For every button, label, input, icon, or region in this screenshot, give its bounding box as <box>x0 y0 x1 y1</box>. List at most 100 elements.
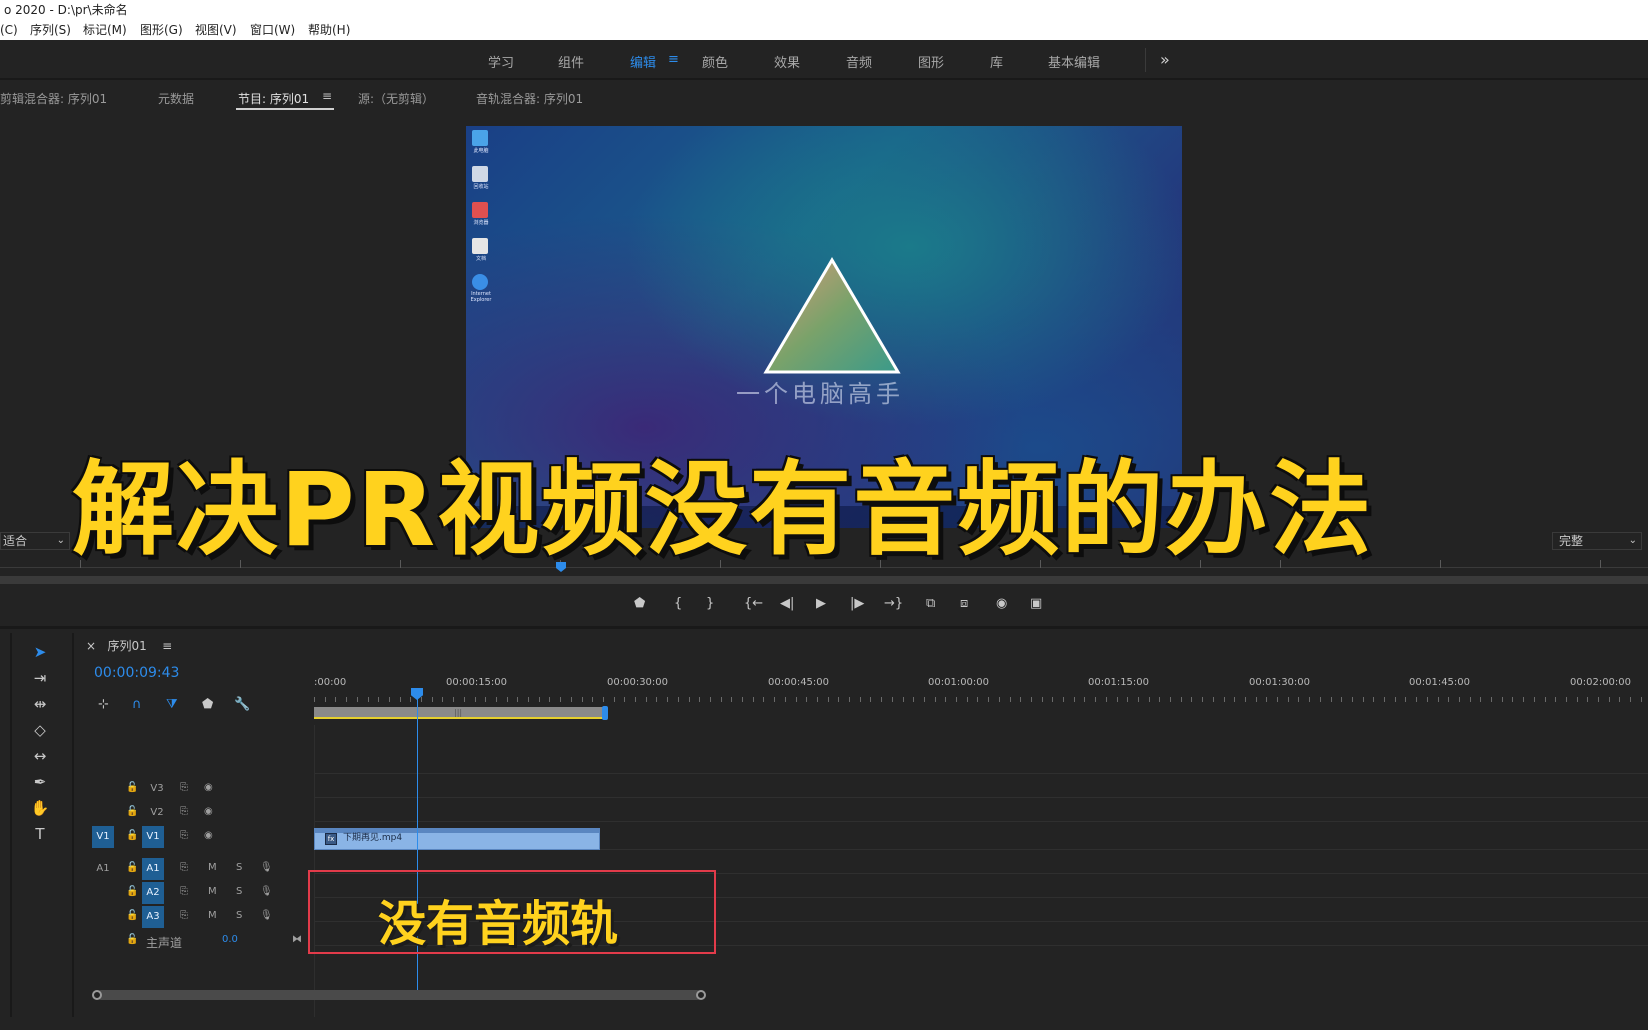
sequence-menu-icon[interactable]: ≡ <box>162 639 172 653</box>
workspace-tab-color[interactable]: 颜色 <box>702 52 728 71</box>
marker-icon[interactable]: ⬟ <box>634 596 645 611</box>
sync-lock-icon[interactable]: ⎘ <box>180 910 188 921</box>
selection-tool-icon[interactable]: ➤ <box>28 641 52 663</box>
menu-markers[interactable]: 标记(M) <box>83 20 127 40</box>
lift-icon[interactable]: ⧉ <box>926 596 935 611</box>
eye-icon[interactable]: ◉ <box>204 830 213 841</box>
razor-icon[interactable]: ◇ <box>28 719 52 741</box>
sync-lock-icon[interactable]: ⎘ <box>180 886 188 897</box>
source-patch-v1[interactable]: V1 <box>92 826 114 848</box>
hand-icon[interactable]: ✋ <box>28 797 52 819</box>
pen-icon[interactable]: ✒ <box>28 771 52 793</box>
type-icon[interactable]: T <box>28 823 52 845</box>
sync-lock-icon[interactable]: ⎘ <box>180 806 188 817</box>
track-target-a1[interactable]: A1 <box>142 858 164 880</box>
video-clip[interactable]: fx 下期再见.mp4 <box>314 828 600 850</box>
master-volume-value[interactable]: 0.0 <box>222 934 238 945</box>
solo-button[interactable]: S <box>236 886 242 897</box>
menu-clip[interactable]: (C) <box>0 20 18 40</box>
tab-program[interactable]: 节目: 序列01 <box>238 90 309 107</box>
ruler-tick <box>731 697 733 702</box>
track-select-icon[interactable]: ⇥ <box>28 667 52 689</box>
step-forward-icon[interactable]: |▶ <box>850 596 864 611</box>
workspace-tab-editing[interactable]: 编辑 <box>630 52 656 71</box>
menu-window[interactable]: 窗口(W) <box>250 20 295 40</box>
lock-icon[interactable]: 🔓 <box>126 910 138 921</box>
ruler-tick <box>667 697 669 702</box>
step-back-icon[interactable]: ◀| <box>780 596 794 611</box>
solo-button[interactable]: S <box>236 910 242 921</box>
mute-button[interactable]: M <box>208 886 217 897</box>
scroll-start-handle[interactable] <box>92 990 102 1000</box>
track-target-v1[interactable]: V1 <box>142 826 164 848</box>
track-target-v2[interactable]: V2 <box>146 802 168 824</box>
workspace-tab-audio[interactable]: 音频 <box>846 52 872 71</box>
work-area-end-handle[interactable] <box>602 706 608 720</box>
go-to-end-icon[interactable]: ⧓ <box>292 934 302 945</box>
monitor-zoom-scrollbar[interactable] <box>0 576 1648 584</box>
ripple-edit-icon[interactable]: ⇹ <box>28 693 52 715</box>
microphone-icon[interactable]: 🎙 <box>260 886 273 897</box>
workspace-menu-icon[interactable]: ≡ <box>668 52 679 67</box>
mute-button[interactable]: M <box>208 862 217 873</box>
lock-icon[interactable]: 🔓 <box>126 886 138 897</box>
sync-lock-icon[interactable]: ⎘ <box>180 782 188 793</box>
workspace-tab-libraries[interactable]: 库 <box>990 52 1003 71</box>
playhead-timecode[interactable]: 00:00:09:43 <box>94 665 179 681</box>
lock-icon[interactable]: 🔓 <box>126 782 138 793</box>
out-point-icon[interactable]: } <box>706 596 714 611</box>
nest-icon[interactable]: ⊹ <box>98 697 109 712</box>
linked-selection-icon[interactable]: ⧩ <box>166 697 178 712</box>
slip-icon[interactable]: ↔ <box>28 745 52 767</box>
tab-source[interactable]: 源:（无剪辑） <box>358 90 434 107</box>
workspace-tab-learn[interactable]: 学习 <box>488 52 514 71</box>
menu-help[interactable]: 帮助(H) <box>308 20 350 40</box>
workspace-tab-assembly[interactable]: 组件 <box>558 52 584 71</box>
ruler-tick <box>1084 697 1086 702</box>
menu-view[interactable]: 视图(V) <box>195 20 237 40</box>
microphone-icon[interactable]: 🎙 <box>260 910 273 921</box>
close-icon[interactable]: × <box>86 639 96 653</box>
tab-audio-track-mixer[interactable]: 音轨混合器: 序列01 <box>476 90 583 107</box>
track-target-a2[interactable]: A2 <box>142 882 164 904</box>
menu-graphics[interactable]: 图形(G) <box>140 20 183 40</box>
solo-button[interactable]: S <box>236 862 242 873</box>
eye-icon[interactable]: ◉ <box>204 806 213 817</box>
add-marker-icon[interactable]: ⬟ <box>202 697 213 712</box>
menu-sequence[interactable]: 序列(S) <box>30 20 71 40</box>
workspace-more-icon[interactable]: » <box>1160 50 1170 69</box>
microphone-icon[interactable]: 🎙 <box>260 862 273 873</box>
panel-menu-icon[interactable]: ≡ <box>322 89 332 103</box>
track-header-v2: 🔓 V2 ⎘ ◉ <box>80 802 314 824</box>
lock-icon[interactable]: 🔓 <box>126 862 138 873</box>
mute-button[interactable]: M <box>208 910 217 921</box>
workspace-tab-effects[interactable]: 效果 <box>774 52 800 71</box>
timeline-horizontal-scrollbar[interactable] <box>96 990 702 1000</box>
lock-icon[interactable]: 🔓 <box>126 934 138 945</box>
lock-icon[interactable]: 🔓 <box>126 806 138 817</box>
wrench-icon[interactable]: 🔧 <box>234 697 250 712</box>
go-to-out-icon[interactable]: →} <box>884 596 903 611</box>
track-target-v3[interactable]: V3 <box>146 778 168 800</box>
workspace-tab-essentials[interactable]: 基本编辑 <box>1048 52 1100 71</box>
go-to-in-icon[interactable]: {← <box>744 596 763 611</box>
lock-icon[interactable]: 🔓 <box>126 830 138 841</box>
track-target-a3[interactable]: A3 <box>142 906 164 928</box>
work-area-bar[interactable]: ||| <box>314 707 606 719</box>
compare-icon[interactable]: ▣ <box>1030 596 1042 611</box>
in-point-icon[interactable]: { <box>674 596 682 611</box>
play-icon[interactable]: ▶ <box>816 596 826 611</box>
sync-lock-icon[interactable]: ⎘ <box>180 862 188 873</box>
zoom-level-select[interactable]: 适合 ⌄ <box>0 532 70 550</box>
export-frame-icon[interactable]: ◉ <box>996 596 1007 611</box>
sequence-tab[interactable]: × 序列01 ≡ <box>86 637 172 654</box>
extract-icon[interactable]: ⧈ <box>960 596 968 611</box>
sync-lock-icon[interactable]: ⎘ <box>180 830 188 841</box>
tab-metadata[interactable]: 元数据 <box>158 90 194 107</box>
scroll-end-handle[interactable] <box>696 990 706 1000</box>
workspace-tab-graphics[interactable]: 图形 <box>918 52 944 71</box>
snap-magnet-icon[interactable]: ∩ <box>132 697 142 712</box>
eye-icon[interactable]: ◉ <box>204 782 213 793</box>
tab-clip-mixer[interactable]: 剪辑混合器: 序列01 <box>0 90 107 107</box>
source-patch-a1[interactable]: A1 <box>92 858 114 880</box>
